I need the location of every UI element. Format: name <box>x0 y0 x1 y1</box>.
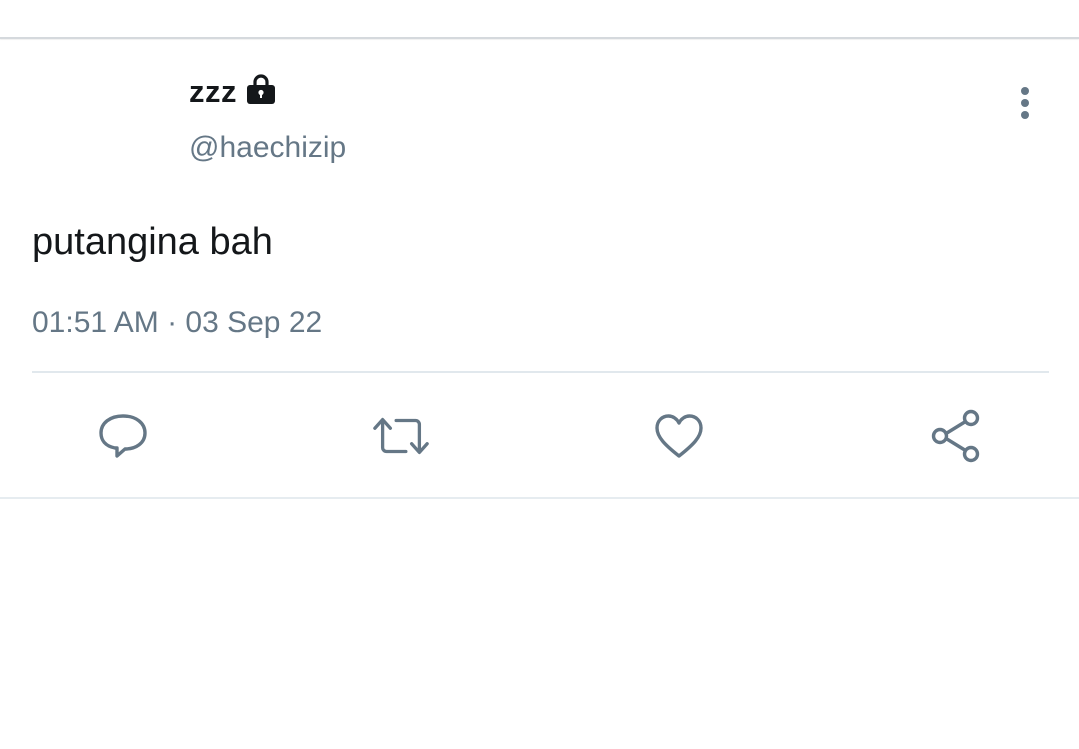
reply-button[interactable] <box>93 406 153 466</box>
more-vertical-icon <box>1021 87 1029 119</box>
reply-icon <box>99 414 147 458</box>
heart-icon <box>655 414 703 458</box>
retweet-icon <box>373 417 429 455</box>
share-button[interactable] <box>926 406 986 466</box>
retweet-button[interactable] <box>371 406 431 466</box>
author-display-name[interactable]: zzz <box>189 72 237 112</box>
lock-icon <box>245 73 277 105</box>
tweet-timestamp: 01:51 AM · 03 Sep 22 <box>32 306 323 339</box>
actions-divider <box>32 371 1049 373</box>
tweet-text: putangina bah <box>32 221 273 263</box>
tweet-detail-page: zzz @haechizip putangina bah 01:51 AM · … <box>0 0 1079 749</box>
top-divider <box>0 37 1079 39</box>
bottom-divider <box>0 497 1079 499</box>
like-button[interactable] <box>649 406 709 466</box>
share-icon <box>931 409 980 463</box>
author-handle[interactable]: @haechizip <box>189 128 346 168</box>
more-options-button[interactable] <box>1005 82 1045 124</box>
author-name-row[interactable]: zzz <box>189 72 277 112</box>
